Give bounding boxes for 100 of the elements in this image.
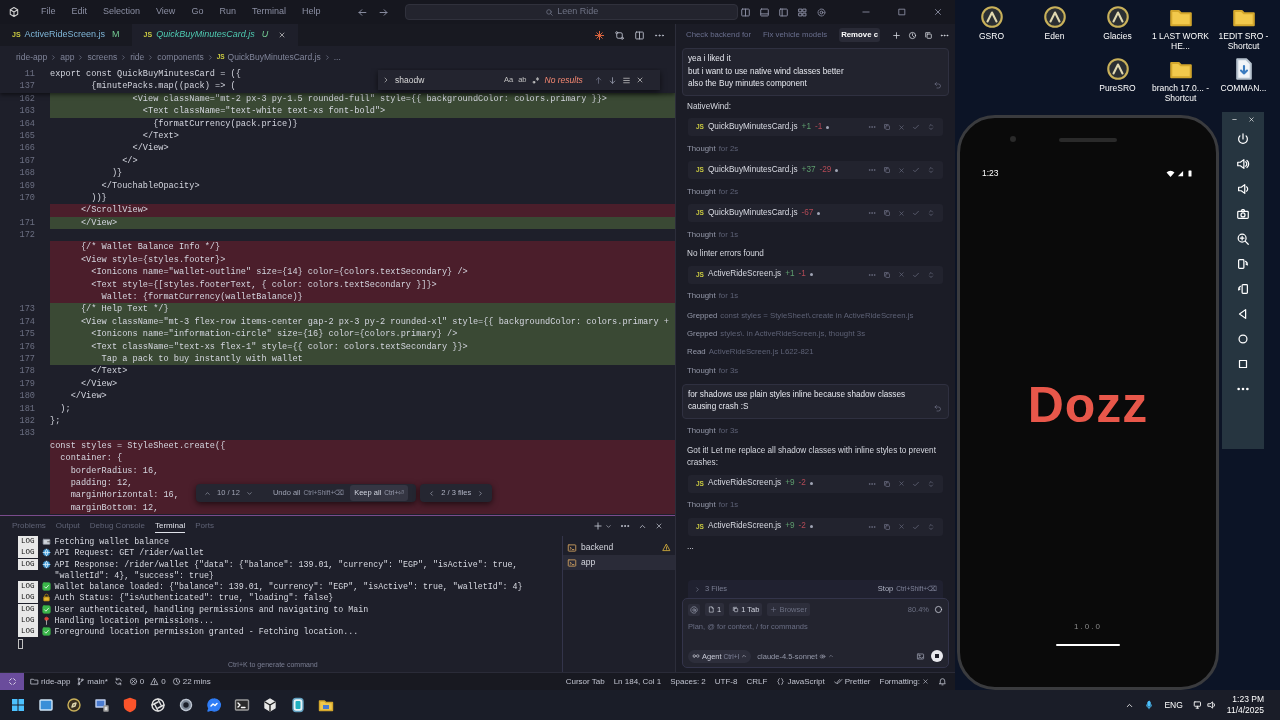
close-icon[interactable]: [933, 7, 943, 17]
chevron-left-icon[interactable]: [428, 489, 436, 497]
volume-up-icon[interactable]: [1236, 157, 1250, 171]
status-item[interactable]: Spaces: 2: [670, 675, 706, 688]
menu-item[interactable]: Run: [212, 3, 243, 21]
plus-icon[interactable]: [892, 30, 901, 40]
file-name[interactable]: QuickBuyMinutesCard.js: [707, 163, 798, 177]
up-arrow-icon[interactable]: [593, 75, 603, 85]
file-name[interactable]: ActiveRideScreen.js: [707, 520, 782, 533]
desktop-icon[interactable]: Eden: [1024, 5, 1085, 51]
breadcrumb[interactable]: app: [60, 50, 75, 64]
phone-app-icon[interactable]: [290, 697, 306, 713]
menu-item[interactable]: File: [33, 3, 63, 21]
aperture-icon[interactable]: [150, 697, 166, 713]
overview-icon[interactable]: [1236, 357, 1250, 371]
language-indicator[interactable]: ENG: [1164, 698, 1183, 712]
desktop-icon[interactable]: 1 LAST WORK HE...: [1150, 5, 1211, 51]
terminal-list-item[interactable]: app: [563, 555, 675, 570]
check-icon[interactable]: [912, 479, 920, 488]
volume-down-icon[interactable]: [1236, 182, 1250, 196]
volume-icon[interactable]: [1206, 700, 1217, 710]
windows-logo-icon[interactable]: [10, 697, 26, 713]
back-arrow-icon[interactable]: [357, 6, 369, 18]
copy-icon[interactable]: [924, 30, 933, 40]
status-item[interactable]: Cursor Tab: [565, 675, 605, 688]
panel-toggle-icon[interactable]: [759, 6, 770, 18]
new-terminal-icon[interactable]: [593, 521, 603, 531]
power-icon[interactable]: [1236, 132, 1250, 146]
status-item[interactable]: main*: [76, 675, 108, 688]
panel-tab[interactable]: Terminal: [154, 519, 186, 533]
selection-icon[interactable]: [621, 75, 631, 85]
extension-icon[interactable]: [797, 6, 808, 18]
desktop-icon[interactable]: COMMAN...: [1213, 57, 1274, 103]
stop-generation-button[interactable]: [931, 650, 943, 663]
chevron-right-icon[interactable]: [477, 489, 485, 497]
desktop-icon[interactable]: Glacies: [1087, 5, 1148, 51]
chevron-right-icon[interactable]: [382, 76, 390, 84]
split-editor-icon[interactable]: [634, 29, 645, 41]
menu-item[interactable]: Edit: [64, 3, 94, 21]
chevron-down-icon[interactable]: [245, 489, 253, 497]
desktop-icon[interactable]: 1EDIT SRO - Shortcut: [1213, 5, 1274, 51]
computer-icon[interactable]: [94, 697, 110, 713]
chat-bubble-icon[interactable]: [206, 697, 222, 713]
desktop-icon[interactable]: GSRO: [961, 5, 1022, 51]
breadcrumb[interactable]: screens: [87, 50, 118, 64]
dropdown-icon[interactable]: [605, 522, 612, 530]
status-item[interactable]: JavaScript: [776, 675, 825, 688]
image-icon[interactable]: [916, 651, 925, 661]
menu-item[interactable]: Help: [294, 3, 328, 21]
taskbar-clock[interactable]: 1:23 PM 11/4/2025: [1226, 694, 1264, 716]
layout-icon[interactable]: [778, 6, 789, 18]
rotate-left-icon[interactable]: [1236, 257, 1250, 271]
sparkle-icon[interactable]: [594, 29, 605, 41]
desktop-icon[interactable]: branch 17.0... - Shortcut: [1150, 57, 1211, 103]
file-name[interactable]: QuickBuyMinutesCard.js: [707, 206, 798, 220]
file-name[interactable]: ActiveRideScreen.js: [707, 477, 782, 490]
zoom-icon[interactable]: [1236, 232, 1250, 246]
terminal-icon[interactable]: [234, 697, 250, 713]
close-panel-icon[interactable]: [655, 522, 663, 530]
breadcrumb[interactable]: ride: [130, 50, 145, 64]
status-item[interactable]: UTF-8: [714, 675, 738, 688]
menu-item[interactable]: Go: [184, 3, 211, 21]
window-icon[interactable]: [38, 697, 54, 713]
status-item[interactable]: Formatting:: [879, 675, 929, 688]
cube-icon[interactable]: [262, 697, 278, 713]
minimize-icon[interactable]: [1231, 116, 1238, 123]
check-icon[interactable]: [912, 270, 920, 279]
microphone-icon[interactable]: [1144, 700, 1155, 710]
network-icon[interactable]: [1192, 700, 1203, 710]
status-item[interactable]: Ln 184, Col 1: [613, 675, 662, 688]
breadcrumb[interactable]: components: [157, 50, 204, 64]
status-item[interactable]: 0: [128, 675, 145, 688]
status-item[interactable]: 22 mins: [171, 675, 211, 688]
mention-icon[interactable]: [688, 603, 700, 616]
status-item[interactable]: Prettier: [833, 675, 871, 688]
file-name[interactable]: QuickBuyMinutesCard.js: [707, 120, 798, 134]
forward-arrow-icon[interactable]: [378, 6, 390, 18]
desktop-icon[interactable]: PureSRO: [1087, 57, 1148, 103]
maximize-icon[interactable]: [897, 7, 907, 17]
terminal-list-item[interactable]: backend: [563, 540, 675, 555]
sidebar-toggle-icon[interactable]: [740, 6, 751, 18]
find-input[interactable]: shaodw: [395, 73, 499, 87]
rotate-right-icon[interactable]: [1236, 282, 1250, 296]
gear-icon[interactable]: [178, 697, 194, 713]
source-control-icon[interactable]: [614, 29, 625, 41]
menu-item[interactable]: View: [149, 3, 183, 21]
bell-icon[interactable]: [938, 677, 947, 686]
history-icon[interactable]: [908, 30, 917, 40]
down-arrow-icon[interactable]: [607, 75, 617, 85]
remote-button[interactable]: [0, 672, 24, 691]
sync-icon[interactable]: [113, 677, 123, 686]
settings-icon[interactable]: [816, 6, 827, 18]
check-icon[interactable]: [912, 522, 920, 531]
status-item[interactable]: ride-app: [30, 675, 71, 688]
status-item[interactable]: 0: [150, 675, 166, 688]
check-icon[interactable]: [912, 166, 920, 174]
folder-icon[interactable]: [318, 697, 334, 713]
file-name[interactable]: ActiveRideScreen.js: [707, 268, 782, 281]
breadcrumb[interactable]: ride-app: [16, 50, 48, 64]
breadcrumb[interactable]: ...: [333, 50, 341, 64]
